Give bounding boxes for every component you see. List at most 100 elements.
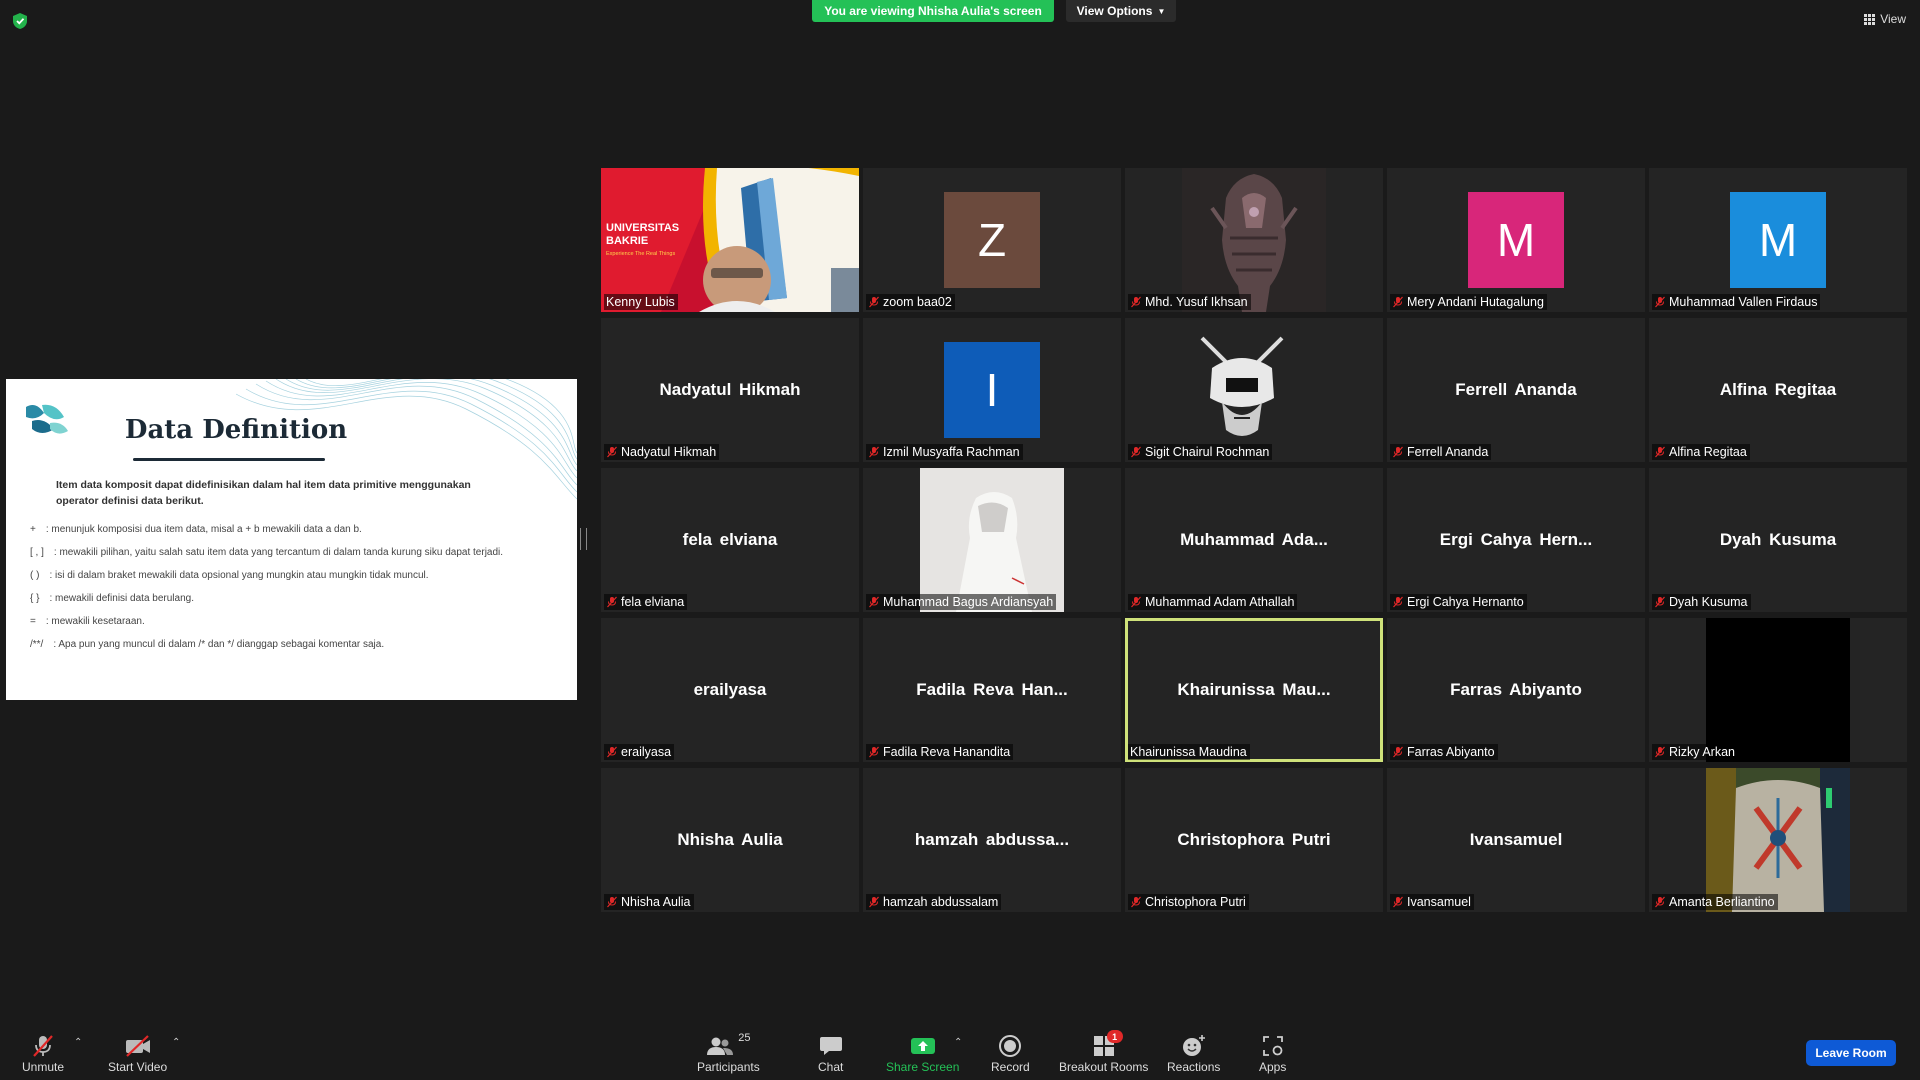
chat-bubble-icon [819,1037,842,1055]
view-button[interactable]: View [1864,12,1906,26]
chat-label: Chat [818,1060,844,1074]
participant-name-label: Muhammad Vallen Firdaus [1652,294,1821,310]
microphone-muted-icon [1655,896,1665,908]
participant-name-label: erailyasa [604,744,675,760]
record-button[interactable]: Record [991,1032,1030,1074]
participant-name: fela elviana [621,595,685,609]
profile-picture [920,468,1064,612]
participant-tile[interactable]: Khairunissa Mau... Khairunissa Maudina [1125,618,1383,762]
participant-tile[interactable]: UNIVERSITAS BAKRIE Experience The Real Thi… [601,168,859,312]
title-underline [133,458,325,461]
share-screen-button[interactable]: Share Screen [886,1032,959,1074]
video-options-caret[interactable]: ⌃ [172,1037,180,1048]
microphone-muted-icon [869,746,879,758]
participant-name: Christophora Putri [1145,895,1246,909]
participant-name: Fadila Reva Hanandita [883,745,1011,759]
apps-button[interactable]: Apps [1259,1032,1286,1074]
participant-tile[interactable]: Muhammad Ada... Muhammad Adam Athallah [1125,468,1383,612]
breakout-rooms-button[interactable]: 1 Breakout Rooms [1059,1030,1148,1074]
gallery-grid-icon [1864,13,1876,25]
participant-tile[interactable]: Amanta Berliantino [1649,768,1907,912]
avatar: I [944,342,1040,438]
participant-name-label: Amanta Berliantino [1652,894,1778,910]
microphone-muted-icon [869,296,879,308]
share-options-caret[interactable]: ⌃ [954,1037,962,1048]
participant-name: Khairunissa Maudina [1130,745,1247,759]
participant-tile[interactable]: erailyasa erailyasa [601,618,859,762]
split-view-handle[interactable] [580,528,587,550]
participant-tile[interactable]: M Mery Andani Hutagalung [1387,168,1645,312]
participant-tile[interactable]: Alfina Regitaa Alfina Regitaa [1649,318,1907,462]
participant-name-label: Mery Andani Hutagalung [1390,294,1547,310]
participant-tile[interactable]: Fadila Reva Han... Fadila Reva Hanandita [863,618,1121,762]
start-video-button[interactable]: Start Video [108,1032,167,1074]
participant-name-label: Fadila Reva Hanandita [866,744,1014,760]
participant-tile[interactable]: Nadyatul Hikmah Nadyatul Hikmah [601,318,859,462]
profile-picture-image [1182,318,1302,462]
view-label: View [1880,12,1906,26]
participant-name-label: hamzah abdussalam [866,894,1002,910]
participant-name-label: Muhammad Adam Athallah [1128,594,1298,610]
participant-name: Sigit Chairul Rochman [1145,445,1270,459]
participant-tile[interactable]: Sigit Chairul Rochman [1125,318,1383,462]
participant-display-name: Nhisha Aulia [677,830,783,849]
participant-name: Muhammad Adam Athallah [1145,595,1295,609]
participant-tile[interactable]: Mhd. Yusuf Ikhsan [1125,168,1383,312]
participant-tile[interactable]: Ivansamuel Ivansamuel [1387,768,1645,912]
chat-button[interactable]: Chat [818,1032,843,1074]
chevron-down-icon: ▼ [1157,6,1166,16]
participant-display-name: Farras Abiyanto [1450,680,1582,699]
participant-name: Amanta Berliantino [1669,895,1775,909]
participant-name: Izmil Musyaffa Rachman [883,445,1020,459]
microphone-muted-icon [1393,746,1403,758]
participant-tile[interactable]: Ergi Cahya Hern... Ergi Cahya Hernanto [1387,468,1645,612]
participant-name: Alfina Regitaa [1669,445,1747,459]
microphone-muted-icon [607,896,617,908]
leave-room-button[interactable]: Leave Room [1806,1040,1896,1066]
participant-tile[interactable]: fela elviana fela elviana [601,468,859,612]
microphone-muted-icon [869,446,879,458]
microphone-muted-icon [33,1035,53,1057]
participant-name: zoom baa02 [883,295,952,309]
participant-tile[interactable]: Dyah Kusuma Dyah Kusuma [1649,468,1907,612]
participant-name: Mery Andani Hutagalung [1407,295,1544,309]
participant-name-label: fela elviana [604,594,688,610]
participant-tile[interactable]: M Muhammad Vallen Firdaus [1649,168,1907,312]
participant-name-label: Nhisha Aulia [604,894,694,910]
participant-name-label: Mhd. Yusuf Ikhsan [1128,294,1251,310]
microphone-muted-icon [1393,896,1403,908]
participant-tile[interactable]: Muhammad Bagus Ardiansyah [863,468,1121,612]
definition-item: [ , ]: mewakili pilihan, yaitu salah sat… [30,547,562,559]
start-video-label: Start Video [108,1060,168,1074]
audio-options-caret[interactable]: ⌃ [74,1037,82,1048]
profile-picture-image [1706,768,1850,912]
profile-picture-image [1182,168,1326,312]
participant-tile[interactable]: hamzah abdussa... hamzah abdussalam [863,768,1121,912]
participants-button[interactable]: 25 Participants [697,1032,760,1074]
participant-tile[interactable]: Nhisha Aulia Nhisha Aulia [601,768,859,912]
unmute-button[interactable]: Unmute [22,1032,64,1074]
shared-screen[interactable]: Data Definition Item data komposit dapat… [6,379,577,700]
participant-name: Dyah Kusuma [1669,595,1748,609]
definition-item: +: menunjuk komposisi dua item data, mis… [30,524,562,536]
participant-tile[interactable]: Zzoom baa02 [863,168,1121,312]
microphone-muted-icon [1131,596,1141,608]
security-shield-icon[interactable] [12,12,28,30]
participant-tile[interactable]: Rizky Arkan [1649,618,1907,762]
participant-display-name: Ergi Cahya Hern... [1439,530,1593,549]
participant-tile[interactable]: Christophora Putri Christophora Putri [1125,768,1383,912]
definition-text: : mewakili kesetaraan. [45,616,145,627]
participant-tile[interactable]: I Izmil Musyaffa Rachman [863,318,1121,462]
participant-tile[interactable]: Farras Abiyanto Farras Abiyanto [1387,618,1645,762]
definition-symbol: /**/ [30,639,44,650]
participant-name: Rizky Arkan [1669,745,1735,759]
participant-display-name: Fadila Reva Han... [916,680,1068,699]
avatar: M [1468,192,1564,288]
definition-text: : menunjuk komposisi dua item data, misa… [45,524,362,535]
participant-tile[interactable]: Ferrell Ananda Ferrell Ananda [1387,318,1645,462]
record-icon [999,1035,1022,1057]
definition-text: : mewakili pilihan, yaitu salah satu ite… [53,547,504,558]
reactions-button[interactable]: Reactions [1167,1032,1220,1074]
apps-label: Apps [1259,1060,1287,1074]
view-options-dropdown[interactable]: View Options ▼ [1066,0,1176,22]
